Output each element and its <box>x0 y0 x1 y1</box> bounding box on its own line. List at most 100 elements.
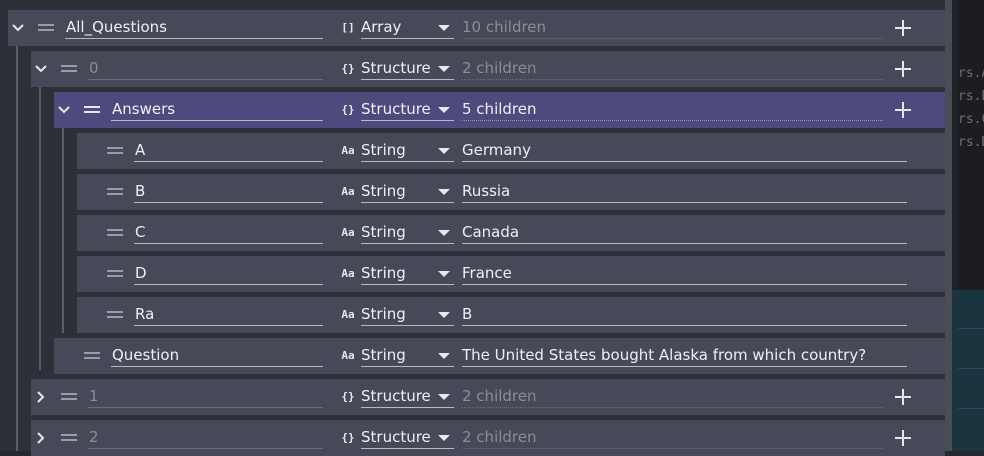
tree-row-all-questions[interactable]: All_Questions [] Array 10 children <box>8 10 945 46</box>
tree-row-answers[interactable]: Answers {} Structure 5 children <box>54 92 945 128</box>
field-name-input[interactable]: 0 <box>88 56 323 80</box>
type-select[interactable]: Structure <box>361 97 454 121</box>
plus-icon[interactable] <box>893 387 913 407</box>
dropdown-caret-icon <box>438 312 450 318</box>
structure-type-icon: {} <box>341 103 355 116</box>
drag-handle-icon[interactable] <box>107 229 123 237</box>
field-name-input[interactable]: 1 <box>88 384 323 408</box>
drag-handle-icon[interactable] <box>84 352 100 360</box>
tree-row-1[interactable]: 1 {} Structure 2 children <box>31 379 945 415</box>
field-name-input[interactable]: 2 <box>88 425 323 449</box>
type-label: String <box>361 223 406 241</box>
children-count: 2 children <box>462 425 883 449</box>
string-type-icon: Aa <box>341 185 355 198</box>
tree-row-a[interactable]: A Aa String Germany <box>77 133 945 169</box>
drag-handle-icon[interactable] <box>107 270 123 278</box>
code-fragment: rs.A <box>958 66 984 81</box>
type-select[interactable]: Structure <box>361 425 454 449</box>
field-name-input[interactable]: A <box>134 138 323 162</box>
type-label: Structure <box>361 100 431 118</box>
drag-handle-icon[interactable] <box>61 65 77 73</box>
string-value-input[interactable]: Germany <box>462 138 907 162</box>
field-name-input[interactable]: B <box>134 179 323 203</box>
vertical-scrollbar[interactable] <box>945 0 952 451</box>
drag-handle-icon[interactable] <box>61 434 77 442</box>
dropdown-caret-icon <box>438 189 450 195</box>
string-value-input[interactable]: B <box>462 302 907 326</box>
children-count: 2 children <box>462 56 883 80</box>
field-name-input[interactable]: C <box>134 220 323 244</box>
dropdown-caret-icon <box>438 66 450 72</box>
background-stripes <box>958 290 984 451</box>
code-fragment: rs.C <box>958 112 984 127</box>
type-label: String <box>361 264 406 282</box>
drag-handle-icon[interactable] <box>107 311 123 319</box>
dropdown-caret-icon <box>438 435 450 441</box>
string-type-icon: Aa <box>341 308 355 321</box>
type-label: Array <box>361 18 402 36</box>
chevron-down-icon[interactable] <box>54 92 74 128</box>
string-value-input[interactable]: Russia <box>462 179 907 203</box>
string-value-input[interactable]: Canada <box>462 220 907 244</box>
plus-icon[interactable] <box>893 100 913 120</box>
chevron-down-icon[interactable] <box>31 51 51 87</box>
drag-handle-icon[interactable] <box>84 106 100 114</box>
drag-handle-icon[interactable] <box>107 188 123 196</box>
type-select[interactable]: Array <box>361 15 454 39</box>
field-name-input[interactable]: D <box>134 261 323 285</box>
children-count: 2 children <box>462 384 883 408</box>
type-label: String <box>361 182 406 200</box>
type-select[interactable]: Structure <box>361 56 454 80</box>
children-count: 5 children <box>462 97 883 121</box>
structure-type-icon: {} <box>341 62 355 75</box>
dropdown-caret-icon <box>438 148 450 154</box>
tree-guide-line <box>39 86 41 370</box>
type-select[interactable]: String <box>361 179 454 203</box>
plus-icon[interactable] <box>893 59 913 79</box>
type-label: String <box>361 141 406 159</box>
tree-guide-line <box>16 45 18 451</box>
drag-handle-icon[interactable] <box>61 393 77 401</box>
type-select[interactable]: String <box>361 261 454 285</box>
dropdown-caret-icon <box>438 353 450 359</box>
tree-row-0[interactable]: 0 {} Structure 2 children <box>31 51 945 87</box>
field-name-input[interactable]: Answers <box>111 97 323 121</box>
plus-icon[interactable] <box>893 428 913 448</box>
tree-row-b[interactable]: B Aa String Russia <box>77 174 945 210</box>
string-type-icon: Aa <box>341 267 355 280</box>
drag-handle-icon[interactable] <box>107 147 123 155</box>
tree-row-c[interactable]: C Aa String Canada <box>77 215 945 251</box>
dropdown-caret-icon <box>438 230 450 236</box>
chevron-right-icon[interactable] <box>31 379 51 415</box>
tree-row-ra[interactable]: Ra Aa String B <box>77 297 945 333</box>
dropdown-caret-icon <box>438 394 450 400</box>
chevron-down-icon[interactable] <box>8 10 28 46</box>
type-select[interactable]: String <box>361 343 454 367</box>
dropdown-caret-icon <box>438 25 450 31</box>
children-count: 10 children <box>462 15 883 39</box>
background-code-panel: rs.A rs.B rs.C rs.D <box>958 0 984 290</box>
drag-handle-icon[interactable] <box>38 24 54 32</box>
type-label: String <box>361 346 406 364</box>
type-label: Structure <box>361 387 431 405</box>
type-select[interactable]: String <box>361 220 454 244</box>
field-name-input[interactable]: All_Questions <box>65 15 323 39</box>
type-select[interactable]: String <box>361 302 454 326</box>
dropdown-caret-icon <box>438 271 450 277</box>
string-type-icon: Aa <box>341 349 355 362</box>
structure-type-icon: {} <box>341 390 355 403</box>
string-type-icon: Aa <box>341 144 355 157</box>
dropdown-caret-icon <box>438 107 450 113</box>
tree-row-d[interactable]: D Aa String France <box>77 256 945 292</box>
field-name-input[interactable]: Question <box>111 343 323 367</box>
type-select[interactable]: Structure <box>361 384 454 408</box>
type-label: Structure <box>361 59 431 77</box>
plus-icon[interactable] <box>893 18 913 38</box>
tree-guide-line <box>62 127 64 333</box>
type-select[interactable]: String <box>361 138 454 162</box>
array-type-icon: [] <box>341 21 355 34</box>
string-value-input[interactable]: France <box>462 261 907 285</box>
string-value-input[interactable]: The United States bought Alaska from whi… <box>462 343 907 367</box>
field-name-input[interactable]: Ra <box>134 302 323 326</box>
tree-row-question[interactable]: Question Aa String The United States bou… <box>54 338 945 374</box>
